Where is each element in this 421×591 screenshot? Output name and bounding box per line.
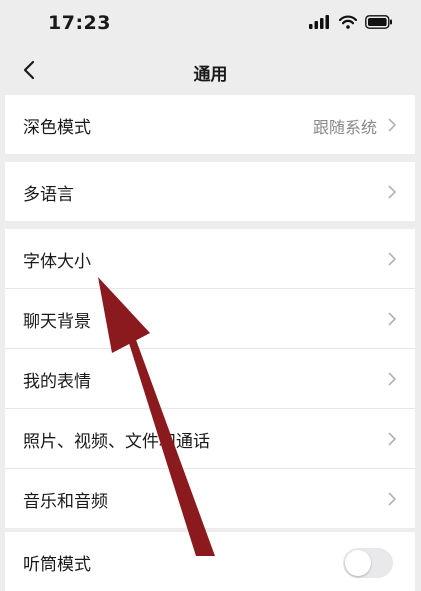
dark-mode-label: 深色模式 [23, 118, 91, 138]
media-files-calls-label: 照片、视频、文件和通话 [23, 432, 210, 452]
chevron-right-icon [388, 118, 397, 132]
status-icons [309, 15, 393, 29]
earpiece-mode-toggle[interactable] [343, 548, 393, 578]
settings-group-display: 深色模式 跟随系统 [5, 95, 415, 154]
chevron-right-icon [388, 312, 397, 326]
my-stickers-row[interactable]: 我的表情 [5, 348, 415, 408]
chat-background-row[interactable]: 聊天背景 [5, 288, 415, 348]
settings-group-chat: 字体大小 聊天背景 我的表情 照片、视频、文件和通话 音乐和音频 [5, 229, 415, 528]
dark-mode-value: 跟随系统 [312, 118, 377, 137]
chevron-right-icon [388, 492, 397, 506]
music-audio-label: 音乐和音频 [23, 492, 108, 512]
wifi-icon [339, 15, 357, 29]
font-size-row[interactable]: 字体大小 [5, 229, 415, 288]
earpiece-mode-label: 听筒模式 [23, 555, 91, 575]
status-time: 17:23 [48, 12, 111, 34]
battery-icon [365, 15, 392, 29]
media-files-calls-row[interactable]: 照片、视频、文件和通话 [5, 408, 415, 468]
chat-background-label: 聊天背景 [23, 312, 91, 332]
chevron-right-icon [388, 372, 397, 386]
language-row[interactable]: 多语言 [5, 162, 415, 221]
chevron-right-icon [388, 252, 397, 266]
music-audio-row[interactable]: 音乐和音频 [5, 468, 415, 528]
my-stickers-label: 我的表情 [23, 372, 91, 392]
toggle-knob [345, 550, 371, 576]
font-size-label: 字体大小 [23, 252, 91, 272]
settings-group-language: 多语言 [5, 162, 415, 221]
page-title: 通用 [193, 65, 228, 85]
status-bar: 17:23 [0, 0, 421, 50]
chevron-right-icon [388, 432, 397, 446]
nav-bar: 通用 [0, 50, 421, 92]
language-label: 多语言 [23, 185, 74, 205]
dark-mode-row[interactable]: 深色模式 跟随系统 [5, 95, 415, 154]
chevron-right-icon [388, 185, 397, 199]
signal-icon [309, 15, 329, 29]
earpiece-mode-row[interactable]: 听筒模式 [5, 532, 415, 591]
settings-group-earpiece: 听筒模式 [5, 532, 415, 591]
